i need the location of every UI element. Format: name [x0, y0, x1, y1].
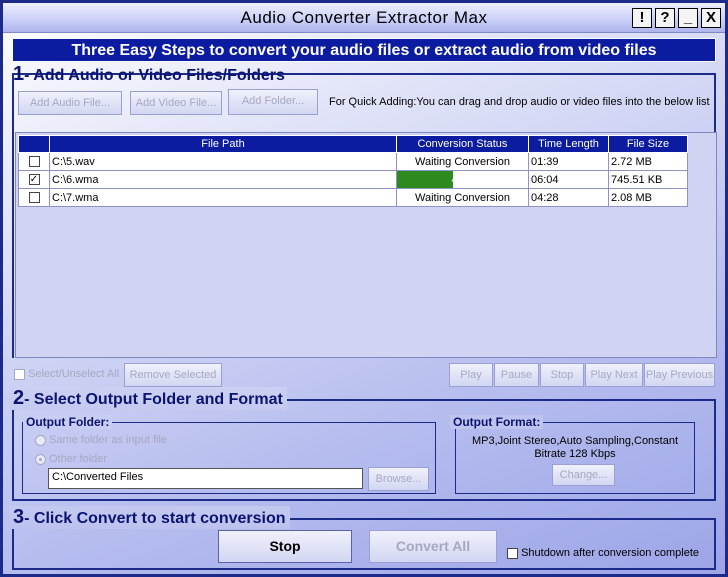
play-next-button[interactable]: Play Next	[585, 363, 643, 387]
select-all-toggle[interactable]: Select/Unselect All	[14, 368, 119, 380]
window-title: Audio Converter Extractor Max	[240, 8, 488, 27]
column-header-file-path[interactable]: File Path	[49, 135, 397, 153]
file-table: File Path Conversion Status Time Length …	[18, 135, 688, 207]
shutdown-option[interactable]: Shutdown after conversion complete	[507, 547, 699, 559]
help-button[interactable]: ?	[655, 8, 675, 28]
change-format-button[interactable]: Change...	[552, 464, 615, 486]
time-length-cell: 04:28	[528, 188, 609, 207]
column-header-file-size[interactable]: File Size	[608, 135, 688, 153]
other-folder-label: Other folder	[49, 453, 108, 465]
app-window: Audio Converter Extractor Max ! ? _ X Th…	[0, 0, 728, 577]
remove-selected-button[interactable]: Remove Selected	[124, 363, 222, 387]
file-path-cell: C:\7.wma	[49, 188, 397, 207]
row-checkbox-cell	[18, 188, 50, 207]
file-path-cell: C:\5.wav	[49, 152, 397, 171]
stop-playback-button[interactable]: Stop	[540, 363, 584, 387]
shutdown-checkbox[interactable]	[507, 547, 518, 559]
play-previous-button[interactable]: Play Previous	[644, 363, 715, 387]
same-folder-label: Same folder as input file	[49, 434, 168, 446]
file-path-cell: C:\6.wma	[49, 170, 397, 189]
file-list[interactable]: File Path Conversion Status Time Length …	[15, 132, 717, 358]
add-audio-file-button[interactable]: Add Audio File...	[18, 91, 122, 115]
table-row[interactable]: ✓ C:\6.wma 43% 06:04 745.51 KB	[18, 170, 688, 189]
select-all-checkbox[interactable]	[14, 368, 25, 380]
table-row[interactable]: C:\7.wma Waiting Conversion 04:28 2.08 M…	[18, 188, 688, 207]
progress-bar-fill	[397, 171, 454, 188]
file-size-cell: 2.08 MB	[608, 188, 688, 207]
step2-number: 2	[13, 387, 25, 409]
row-checkbox[interactable]: ✓	[28, 174, 40, 186]
minimize-button[interactable]: _	[678, 8, 698, 28]
status-progress-cell: 43%	[396, 170, 529, 189]
play-button[interactable]: Play	[449, 363, 493, 387]
column-header-status[interactable]: Conversion Status	[396, 135, 529, 153]
time-length-cell: 06:04	[528, 170, 609, 189]
column-header-time-length[interactable]: Time Length	[528, 135, 609, 153]
add-folder-button[interactable]: Add Folder...	[228, 89, 318, 115]
status-cell: Waiting Conversion	[396, 152, 529, 171]
output-format-description-line2: Bitrate 128 Kbps	[534, 448, 616, 460]
same-folder-radio[interactable]	[35, 434, 46, 446]
file-size-cell: 2.72 MB	[608, 152, 688, 171]
step3-title: - Click Convert to start conversion	[24, 510, 286, 527]
status-cell: Waiting Conversion	[396, 188, 529, 207]
convert-all-button[interactable]: Convert All	[369, 530, 497, 563]
output-folder-path-input[interactable]: C:\Converted Files	[48, 468, 363, 489]
row-checkbox-cell	[18, 152, 50, 171]
same-folder-option[interactable]: Same folder as input file	[35, 434, 167, 446]
file-size-cell: 745.51 KB	[608, 170, 688, 189]
about-button[interactable]: !	[632, 8, 652, 28]
other-folder-radio[interactable]	[35, 453, 46, 465]
step2-heading: 2- Select Output Folder and Format	[9, 387, 287, 410]
select-all-label: Select/Unselect All	[28, 368, 120, 380]
add-video-file-button[interactable]: Add Video File...	[130, 91, 222, 115]
shutdown-label: Shutdown after conversion complete	[521, 547, 699, 559]
step2-title: - Select Output Folder and Format	[24, 391, 283, 408]
row-checkbox[interactable]	[28, 192, 40, 204]
output-format-label: Output Format:	[450, 415, 544, 429]
step3-number: 3	[13, 506, 25, 528]
close-button[interactable]: X	[701, 8, 721, 28]
steps-banner: Three Easy Steps to convert your audio f…	[12, 38, 716, 62]
step1-title: - Add Audio or Video Files/Folders	[24, 67, 285, 84]
quick-add-hint: For Quick Adding:You can drag and drop a…	[329, 96, 710, 108]
pause-button[interactable]: Pause	[494, 363, 539, 387]
time-length-cell: 01:39	[528, 152, 609, 171]
step3-heading: 3- Click Convert to start conversion	[9, 506, 290, 529]
column-header-check	[18, 135, 50, 153]
row-checkbox[interactable]	[28, 156, 40, 168]
output-folder-label: Output Folder:	[23, 415, 113, 429]
output-format-description-line1: MP3,Joint Stereo,Auto Sampling,Constant	[471, 435, 679, 447]
progress-percent: 43%	[451, 173, 474, 186]
step1-heading: 1- Add Audio or Video Files/Folders	[9, 63, 289, 86]
row-checkbox-cell: ✓	[18, 170, 50, 189]
other-folder-option[interactable]: Other folder	[35, 453, 107, 465]
table-row[interactable]: C:\5.wav Waiting Conversion 01:39 2.72 M…	[18, 152, 688, 171]
title-bar[interactable]: Audio Converter Extractor Max ! ? _ X	[3, 3, 725, 33]
stop-conversion-button[interactable]: Stop	[218, 530, 352, 563]
step1-number: 1	[13, 63, 25, 85]
browse-button[interactable]: Browse...	[368, 467, 429, 491]
